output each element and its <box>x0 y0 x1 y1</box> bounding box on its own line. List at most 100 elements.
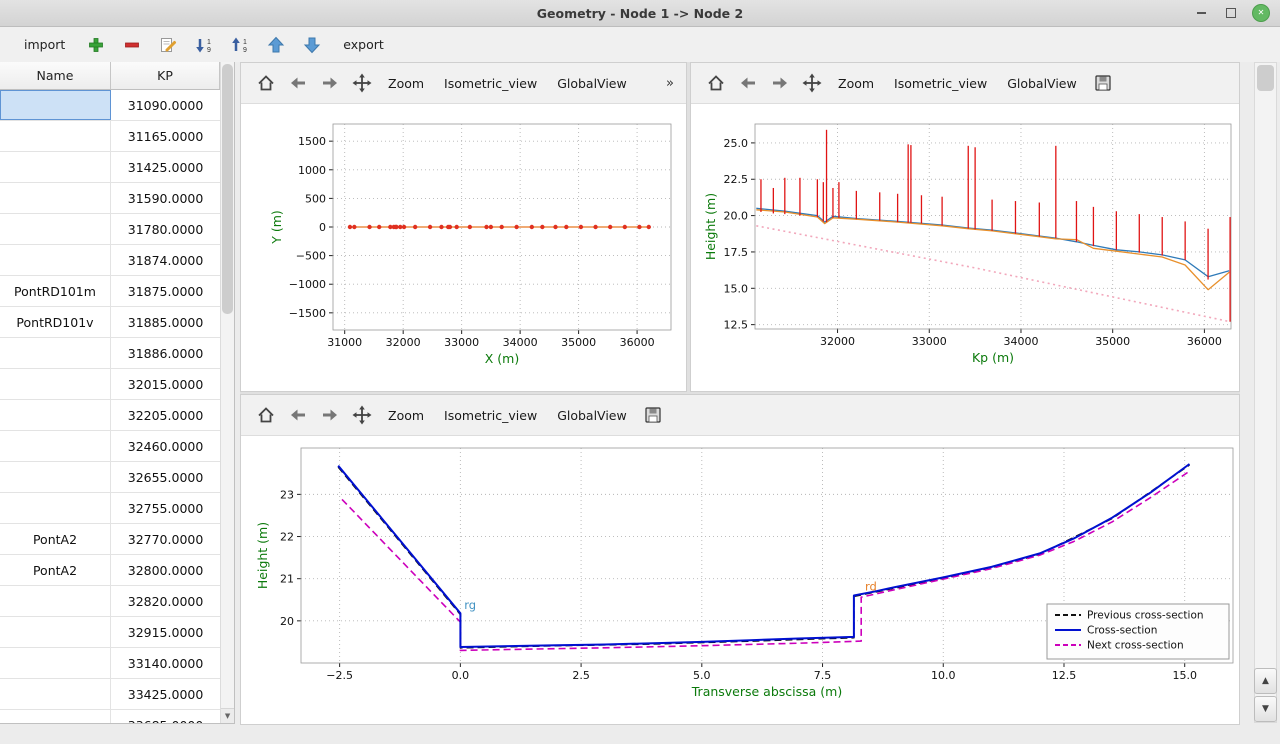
table-scrollbar[interactable]: ▼ <box>220 62 234 723</box>
name-cell[interactable] <box>0 648 111 678</box>
home-button[interactable] <box>251 400 281 430</box>
isometric-view-button[interactable]: Isometric_view <box>435 71 546 96</box>
name-cell[interactable] <box>0 338 111 368</box>
back-button[interactable] <box>283 68 313 98</box>
kp-cell[interactable]: 32655.0000 <box>111 462 220 492</box>
name-cell[interactable] <box>0 90 111 120</box>
move-up-button[interactable] <box>263 32 289 58</box>
minimize-button[interactable] <box>1192 4 1210 22</box>
table-row[interactable]: 31425.0000 <box>0 152 220 183</box>
save-button[interactable] <box>1088 68 1118 98</box>
table-row[interactable]: 32205.0000 <box>0 400 220 431</box>
scroll-down-button[interactable]: ▼ <box>1254 696 1277 722</box>
home-button[interactable] <box>701 68 731 98</box>
table-row[interactable]: 32820.0000 <box>0 586 220 617</box>
table-row[interactable]: 33425.0000 <box>0 679 220 710</box>
save-button[interactable] <box>638 400 668 430</box>
zoom-button[interactable]: Zoom <box>379 403 433 428</box>
name-cell[interactable] <box>0 183 111 213</box>
kp-cell[interactable]: 32015.0000 <box>111 369 220 399</box>
table-row[interactable]: PontA232770.0000 <box>0 524 220 555</box>
global-view-button[interactable]: GlobalView <box>548 71 636 96</box>
name-cell[interactable] <box>0 431 111 461</box>
table-row[interactable]: PontA232800.0000 <box>0 555 220 586</box>
kp-cell[interactable]: 33685.0000 <box>111 710 220 723</box>
pan-button[interactable] <box>797 68 827 98</box>
kp-cell[interactable]: 33140.0000 <box>111 648 220 678</box>
edit-button[interactable] <box>155 32 181 58</box>
table-row[interactable]: 32755.0000 <box>0 493 220 524</box>
forward-button[interactable] <box>765 68 795 98</box>
zoom-button[interactable]: Zoom <box>829 71 883 96</box>
kp-cell[interactable]: 32770.0000 <box>111 524 220 554</box>
sort-descending-button[interactable]: 19 <box>191 32 217 58</box>
window-scrollbar[interactable] <box>1254 62 1277 723</box>
name-cell[interactable]: PontRD101m <box>0 276 111 306</box>
name-cell[interactable] <box>0 152 111 182</box>
name-cell[interactable] <box>0 586 111 616</box>
kp-cell[interactable]: 31875.0000 <box>111 276 220 306</box>
kp-cell[interactable]: 32800.0000 <box>111 555 220 585</box>
name-cell[interactable] <box>0 369 111 399</box>
plan-chart[interactable]: 310003200033000340003500036000−1500−1000… <box>241 104 686 388</box>
toolbar-overflow-icon[interactable]: » <box>666 76 676 91</box>
name-cell[interactable] <box>0 462 111 492</box>
import-button[interactable]: import <box>16 33 73 56</box>
name-cell[interactable] <box>0 245 111 275</box>
titlebar[interactable]: Geometry - Node 1 -> Node 2 ✕ <box>0 0 1280 27</box>
pan-button[interactable] <box>347 400 377 430</box>
kp-cell[interactable]: 31886.0000 <box>111 338 220 368</box>
export-button[interactable]: export <box>335 33 392 56</box>
global-view-button[interactable]: GlobalView <box>998 71 1086 96</box>
maximize-button[interactable] <box>1222 4 1240 22</box>
kp-cell[interactable]: 31885.0000 <box>111 307 220 337</box>
kp-cell[interactable]: 32820.0000 <box>111 586 220 616</box>
name-cell[interactable] <box>0 121 111 151</box>
kp-cell[interactable]: 32755.0000 <box>111 493 220 523</box>
kp-cell[interactable]: 31425.0000 <box>111 152 220 182</box>
table-row[interactable]: 32460.0000 <box>0 431 220 462</box>
global-view-button[interactable]: GlobalView <box>548 403 636 428</box>
table-row[interactable]: PontRD101m31875.0000 <box>0 276 220 307</box>
column-header-name[interactable]: Name <box>0 62 111 89</box>
kp-cell[interactable]: 32205.0000 <box>111 400 220 430</box>
profile-chart[interactable]: 320003300034000350003600012.515.017.520.… <box>691 104 1239 388</box>
move-down-button[interactable] <box>299 32 325 58</box>
table-row[interactable]: 33685.0000 <box>0 710 220 723</box>
isometric-view-button[interactable]: Isometric_view <box>885 71 996 96</box>
table-row[interactable]: 31780.0000 <box>0 214 220 245</box>
table-scrollbar-thumb[interactable] <box>222 64 233 314</box>
forward-button[interactable] <box>315 400 345 430</box>
pan-button[interactable] <box>347 68 377 98</box>
forward-button[interactable] <box>315 68 345 98</box>
kp-cell[interactable]: 32915.0000 <box>111 617 220 647</box>
kp-cell[interactable]: 31590.0000 <box>111 183 220 213</box>
back-button[interactable] <box>283 400 313 430</box>
sort-ascending-button[interactable]: 19 <box>227 32 253 58</box>
back-button[interactable] <box>733 68 763 98</box>
name-cell[interactable] <box>0 400 111 430</box>
close-button[interactable]: ✕ <box>1252 4 1270 22</box>
table-row[interactable]: 31886.0000 <box>0 338 220 369</box>
name-cell[interactable]: PontRD101v <box>0 307 111 337</box>
zoom-button[interactable]: Zoom <box>379 71 433 96</box>
name-cell[interactable]: PontA2 <box>0 524 111 554</box>
table-row[interactable]: 31165.0000 <box>0 121 220 152</box>
name-cell[interactable] <box>0 214 111 244</box>
name-cell[interactable]: PontA2 <box>0 555 111 585</box>
table-row[interactable]: 31874.0000 <box>0 245 220 276</box>
isometric-view-button[interactable]: Isometric_view <box>435 403 546 428</box>
table-row[interactable]: 32915.0000 <box>0 617 220 648</box>
cross-section-chart[interactable]: −2.50.02.55.07.510.012.515.020212223rgrd… <box>241 436 1239 724</box>
name-cell[interactable] <box>0 617 111 647</box>
table-scroll-down-icon[interactable]: ▼ <box>221 708 234 723</box>
name-cell[interactable] <box>0 493 111 523</box>
name-cell[interactable] <box>0 679 111 709</box>
remove-row-button[interactable] <box>119 32 145 58</box>
table-row[interactable]: 31590.0000 <box>0 183 220 214</box>
column-header-kp[interactable]: KP <box>111 62 220 89</box>
add-row-button[interactable] <box>83 32 109 58</box>
table-row[interactable]: 32015.0000 <box>0 369 220 400</box>
home-button[interactable] <box>251 68 281 98</box>
window-scrollbar-thumb[interactable] <box>1257 65 1274 91</box>
